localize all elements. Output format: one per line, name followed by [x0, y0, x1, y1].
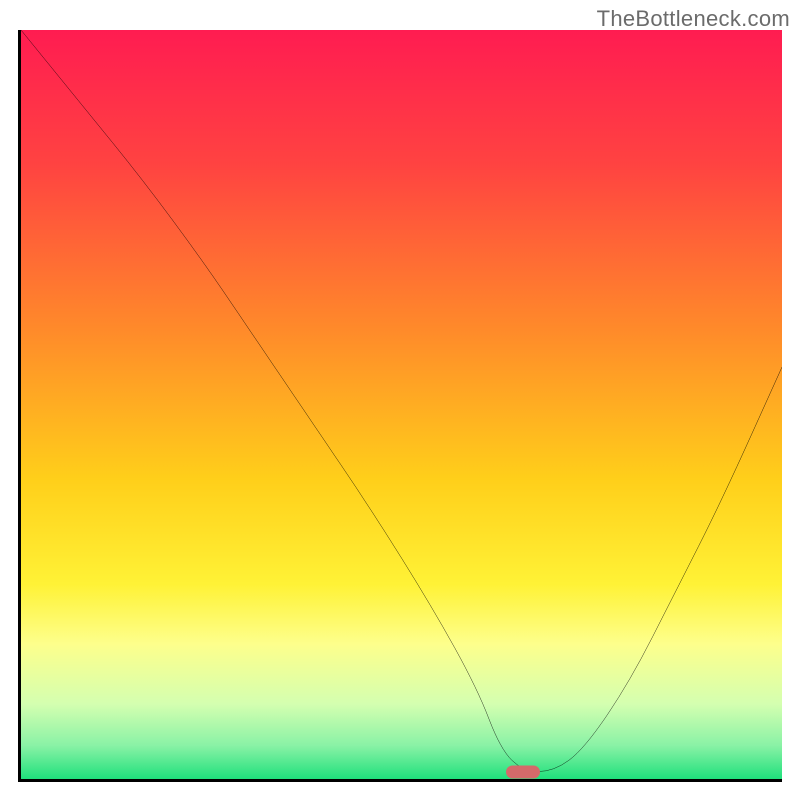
optimal-point-marker — [506, 765, 540, 778]
chart-stage: TheBottleneck.com — [0, 0, 800, 800]
gradient-background — [21, 30, 782, 779]
watermark-text: TheBottleneck.com — [597, 6, 790, 32]
plot-area — [18, 30, 782, 782]
